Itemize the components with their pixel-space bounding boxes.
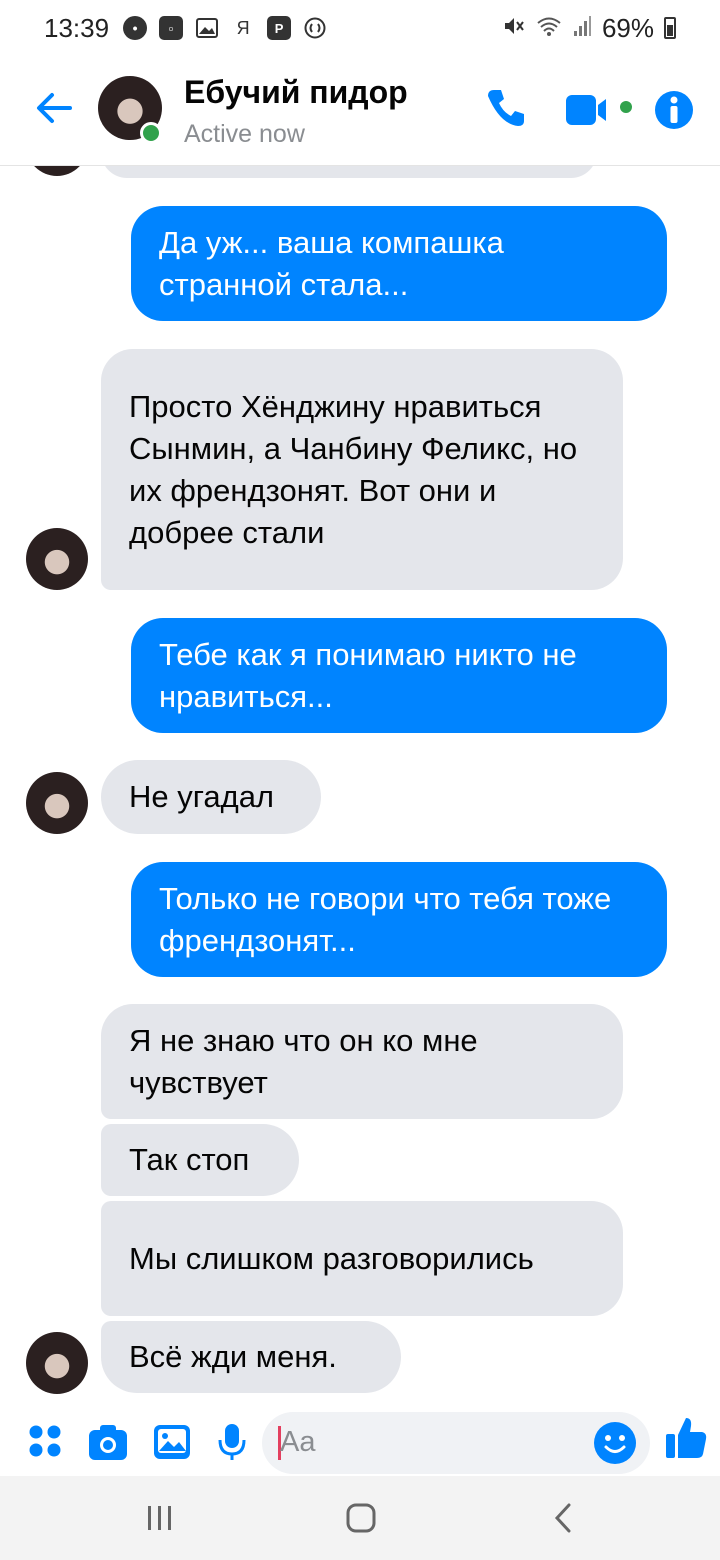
camera-button[interactable] [88,1422,128,1462]
status-bar: 13:39 • ▫ Я P 69% [0,0,720,56]
camera-icon [89,1425,127,1460]
status-right: 69% [502,13,676,44]
signal-icon [572,13,592,44]
message-bubble-incoming[interactable]: Я не знаю что он ко мне чувствует [101,1004,623,1119]
mute-icon [502,13,526,44]
home-button[interactable] [343,1500,379,1536]
message-bubble-outgoing[interactable]: Только не говори что тебя тоже френдзоня… [131,862,667,977]
message-bubble-incoming[interactable]: Не угадал [101,760,321,834]
message-bubble-outgoing[interactable]: Тебе как я понимаю никто не нравиться... [131,618,667,733]
image-icon [195,16,219,40]
message-input-placeholder: Aa [280,1426,316,1458]
contact-name[interactable]: Ебучий пидор [184,74,408,111]
battery-percent: 69% [601,12,654,43]
recent-apps-button[interactable] [142,1500,178,1536]
message-bubble-incoming[interactable]: Просто Хёнджину нравиться Сынмин, а Чанб… [101,349,623,590]
back-nav-button[interactable] [546,1500,582,1536]
image-icon [154,1425,190,1459]
chat-icon: ▫ [159,16,184,40]
back-button[interactable] [32,86,76,130]
chevron-left-icon [554,1503,571,1533]
status-time: 13:39 [44,12,110,43]
message-list[interactable]: Да уж... ваша компашка странной стала...… [0,166,720,1406]
contact-avatar-small [26,166,88,176]
active-status-dot [140,122,162,144]
chat-icon: • [123,16,148,40]
recent-apps-icon [148,1506,171,1530]
contact-avatar-small [26,528,88,590]
voice-message-button[interactable] [213,1422,253,1462]
phone-icon [488,90,524,126]
contact-avatar-small [26,772,88,834]
contact-avatar-small [26,1332,88,1394]
message-bubble-incoming[interactable]: Так стоп [101,1124,299,1196]
conversation-header: Ебучий пидор Active now [0,56,720,166]
info-button[interactable] [654,90,694,130]
four-dots-icon [29,1425,61,1457]
like-button[interactable] [664,1414,708,1462]
gallery-button[interactable] [153,1422,193,1462]
contact-status: Active now [184,120,305,148]
more-actions-button[interactable] [26,1422,66,1462]
arrow-left-icon [37,93,72,123]
p-icon: P [267,16,292,40]
thumbs-up-icon [666,1418,707,1458]
smiley-icon [604,1435,626,1453]
wifi-icon [536,13,562,44]
message-input[interactable]: Aa [262,1412,650,1474]
message-bubble-outgoing[interactable]: Да уж... ваша компашка странной стала... [131,206,667,321]
voice-call-button[interactable] [484,86,528,130]
composer-bar: Aa [0,1406,720,1476]
message-bubble-incoming[interactable]: Мы слишком разговорились [101,1201,623,1316]
video-call-button[interactable] [566,92,636,128]
system-nav-bar [0,1476,720,1560]
message-bubble-partial [101,166,597,178]
battery-icon [664,17,676,39]
shazam-icon [303,16,327,40]
home-icon [346,1503,376,1533]
microphone-icon [218,1424,246,1460]
video-camera-icon [566,95,632,125]
message-bubble-incoming[interactable]: Всё жди меня. [101,1321,401,1393]
emoji-button[interactable] [594,1422,636,1464]
info-icon [655,91,693,129]
ya-icon: Я [236,17,250,38]
notification-icons: • ▫ Я P [123,16,327,40]
